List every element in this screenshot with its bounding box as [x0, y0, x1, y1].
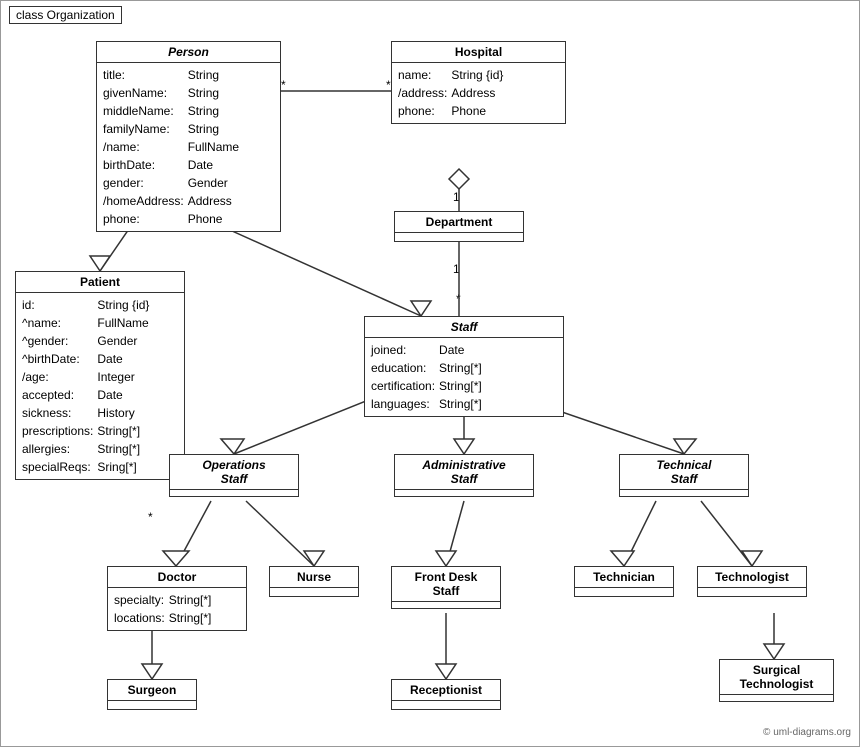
class-technician: Technician [574, 566, 674, 597]
class-hospital-header: Hospital [392, 42, 565, 63]
svg-text:*: * [281, 78, 286, 92]
class-staff-body: joined:Date education:String[*] certific… [365, 338, 563, 416]
class-staff: Staff joined:Date education:String[*] ce… [364, 316, 564, 417]
class-technical-staff-body [620, 490, 748, 496]
class-doctor-body: specialty:String[*] locations:String[*] [108, 588, 246, 630]
class-receptionist-header: Receptionist [392, 680, 500, 701]
svg-text:*: * [148, 510, 153, 524]
class-patient: Patient id:String {id} ^name:FullName ^g… [15, 271, 185, 480]
class-staff-header: Staff [365, 317, 563, 338]
class-surgeon: Surgeon [107, 679, 197, 710]
class-person: Person title:String givenName:String mid… [96, 41, 281, 232]
class-surgical-tech: SurgicalTechnologist [719, 659, 834, 702]
class-ops-staff-header: OperationsStaff [170, 455, 298, 490]
class-surgeon-header: Surgeon [108, 680, 196, 701]
class-front-desk-body [392, 602, 500, 608]
class-surgical-tech-body [720, 695, 833, 701]
class-department-body [395, 233, 523, 241]
copyright-text: © uml-diagrams.org [763, 727, 851, 738]
class-department-header: Department [395, 212, 523, 233]
class-admin-staff-body [395, 490, 533, 496]
svg-text:1: 1 [453, 190, 460, 204]
class-technologist: Technologist [697, 566, 807, 597]
class-hospital-body: name:String {id} /address:Address phone:… [392, 63, 565, 123]
class-person-header: Person [97, 42, 280, 63]
class-patient-header: Patient [16, 272, 184, 293]
class-technical-staff-header: TechnicalStaff [620, 455, 748, 490]
svg-text:*: * [456, 292, 461, 306]
class-technologist-body [698, 588, 806, 596]
class-doctor: Doctor specialty:String[*] locations:Str… [107, 566, 247, 631]
class-front-desk-header: Front DeskStaff [392, 567, 500, 602]
class-admin-staff: AdministrativeStaff [394, 454, 534, 497]
class-receptionist: Receptionist [391, 679, 501, 710]
class-technical-staff: TechnicalStaff [619, 454, 749, 497]
svg-text:1: 1 [453, 262, 460, 276]
class-doctor-header: Doctor [108, 567, 246, 588]
class-hospital: Hospital name:String {id} /address:Addre… [391, 41, 566, 124]
class-technician-body [575, 588, 673, 596]
class-department: Department [394, 211, 524, 242]
class-admin-staff-header: AdministrativeStaff [395, 455, 533, 490]
class-receptionist-body [392, 701, 500, 709]
class-technologist-header: Technologist [698, 567, 806, 588]
class-front-desk: Front DeskStaff [391, 566, 501, 609]
class-person-body: title:String givenName:String middleName… [97, 63, 280, 231]
class-ops-staff-body [170, 490, 298, 496]
class-nurse-header: Nurse [270, 567, 358, 588]
class-patient-body: id:String {id} ^name:FullName ^gender:Ge… [16, 293, 184, 479]
class-surgical-tech-header: SurgicalTechnologist [720, 660, 833, 695]
class-nurse: Nurse [269, 566, 359, 597]
diagram-title: class Organization [9, 6, 122, 24]
class-surgeon-body [108, 701, 196, 709]
class-nurse-body [270, 588, 358, 596]
uml-diagram: class Organization * * 1 * 1 * [0, 0, 860, 747]
class-ops-staff: OperationsStaff [169, 454, 299, 497]
class-technician-header: Technician [575, 567, 673, 588]
